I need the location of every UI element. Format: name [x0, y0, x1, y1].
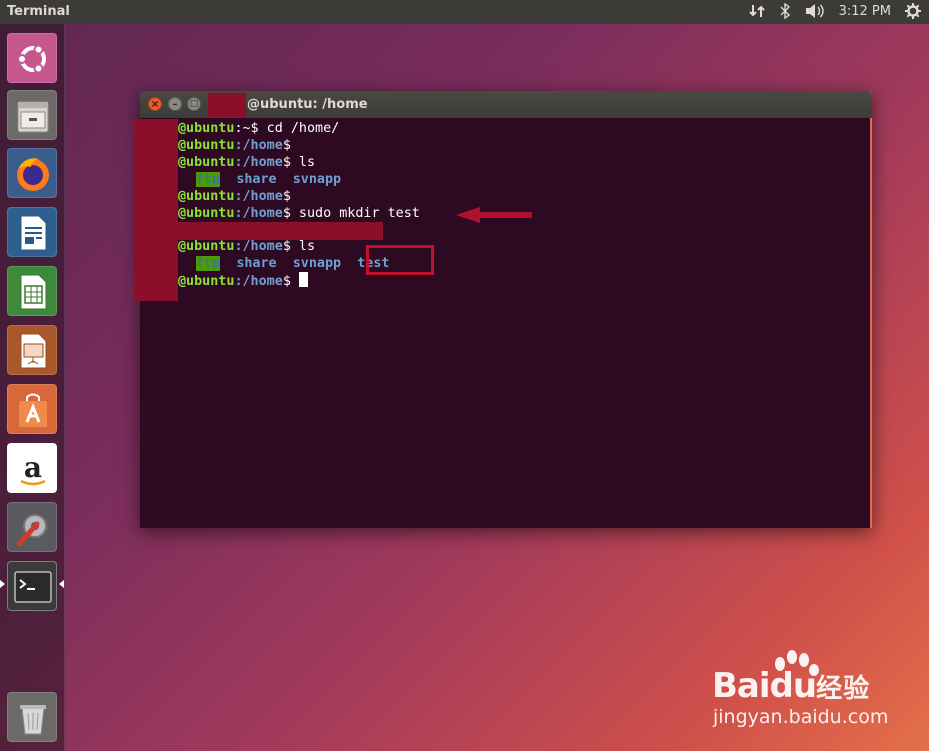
terminal-line: @ubuntu:~$ cd /home/: [178, 121, 340, 136]
ubuntu-logo-icon: [17, 44, 46, 74]
command-text: ls: [290, 239, 316, 254]
bluetooth-icon[interactable]: [779, 3, 791, 19]
close-button[interactable]: ×: [148, 97, 162, 111]
minimize-button[interactable]: –: [168, 97, 182, 111]
prompt-path: :~$: [234, 121, 259, 136]
launcher-item-settings[interactable]: [7, 502, 57, 552]
dir-share: share: [236, 172, 277, 187]
prompt-path: :/home: [234, 138, 283, 153]
text-cursor: [298, 272, 308, 287]
writer-document-icon: [20, 215, 47, 251]
command-text: cd /home/: [258, 121, 340, 136]
command-text: sudo mkdir test: [290, 206, 420, 221]
ls-output: ftp share svnapp test: [196, 255, 390, 272]
redaction-block: [208, 93, 246, 117]
trash-icon: [20, 705, 46, 735]
ls-output: ftp share svnapp: [196, 171, 341, 188]
dir-ftp: ftp: [196, 172, 221, 187]
top-panel: Terminal 3:12 PM: [0, 0, 929, 24]
command-text: ls: [290, 155, 316, 170]
launcher-item-firefox[interactable]: [7, 148, 57, 198]
active-indicator-left: [0, 580, 5, 588]
launcher-item-files[interactable]: [7, 90, 57, 140]
terminal-line: @ubuntu:/home$: [178, 189, 291, 204]
launcher-item-calc[interactable]: [7, 266, 57, 316]
file-cabinet-icon: [17, 101, 49, 133]
prompt-path: :/home: [234, 189, 283, 204]
settings-wrench-gear-icon: [16, 514, 47, 547]
calc-spreadsheet-icon: [20, 274, 47, 310]
dir-ftp: ftp: [196, 256, 221, 271]
volume-icon[interactable]: [805, 3, 825, 19]
amazon-icon: a: [20, 451, 46, 486]
launcher-item-impress[interactable]: [7, 325, 57, 375]
terminal-line: @ubuntu:/home$ sudo mkdir test: [178, 206, 420, 221]
launcher-item-dash[interactable]: [7, 33, 57, 83]
focus-indicator-right: [59, 580, 64, 588]
terminal-window: × – □ @ubuntu: /home @ubuntu:~$ cd /home…: [134, 91, 872, 528]
launcher: a: [0, 24, 65, 751]
dir-svnapp: svnapp: [292, 172, 342, 187]
terminal-line: @ubuntu:/home$: [178, 272, 308, 289]
maximize-button[interactable]: □: [187, 97, 201, 111]
launcher-item-trash[interactable]: [7, 692, 57, 742]
dir-share: share: [236, 256, 277, 271]
prompt-path: :/home: [234, 155, 283, 170]
impress-presentation-icon: [20, 333, 47, 369]
watermark-brand: Baidu经验: [712, 666, 871, 706]
terminal-icon: [14, 571, 52, 603]
shopping-bag-icon: [19, 393, 47, 427]
firefox-icon: [17, 158, 49, 191]
network-icon[interactable]: [748, 3, 765, 19]
watermark-url: jingyan.baidu.com: [713, 706, 889, 728]
launcher-item-writer[interactable]: [7, 207, 57, 257]
gear-icon[interactable]: [905, 3, 921, 19]
dir-svnapp: svnapp: [292, 256, 342, 271]
launcher-item-software[interactable]: [7, 384, 57, 434]
prompt-path: :/home: [234, 274, 283, 289]
svg-text:a: a: [24, 451, 42, 484]
annotation-highlight-box: [366, 245, 434, 275]
prompt-path: :/home: [234, 206, 283, 221]
system-tray: 3:12 PM: [748, 3, 921, 19]
window-title: @ubuntu: /home: [247, 97, 368, 112]
window-titlebar[interactable]: × – □ @ubuntu: /home: [140, 91, 872, 118]
prompt-path: :/home: [234, 239, 283, 254]
launcher-item-terminal[interactable]: [7, 561, 57, 611]
annotation-arrow-icon: [456, 207, 532, 223]
terminal-line: @ubuntu:/home$ ls: [178, 155, 316, 170]
username-redaction: [134, 119, 178, 301]
terminal-output[interactable]: @ubuntu:~$ cd /home/ @ubuntu:/home$ @ubu…: [134, 118, 872, 528]
terminal-line: @ubuntu:/home$ ls: [178, 239, 316, 254]
clock[interactable]: 3:12 PM: [839, 4, 891, 19]
terminal-line: @ubuntu:/home$: [178, 138, 291, 153]
active-app-title: Terminal: [7, 4, 70, 19]
launcher-item-amazon[interactable]: a: [7, 443, 57, 493]
